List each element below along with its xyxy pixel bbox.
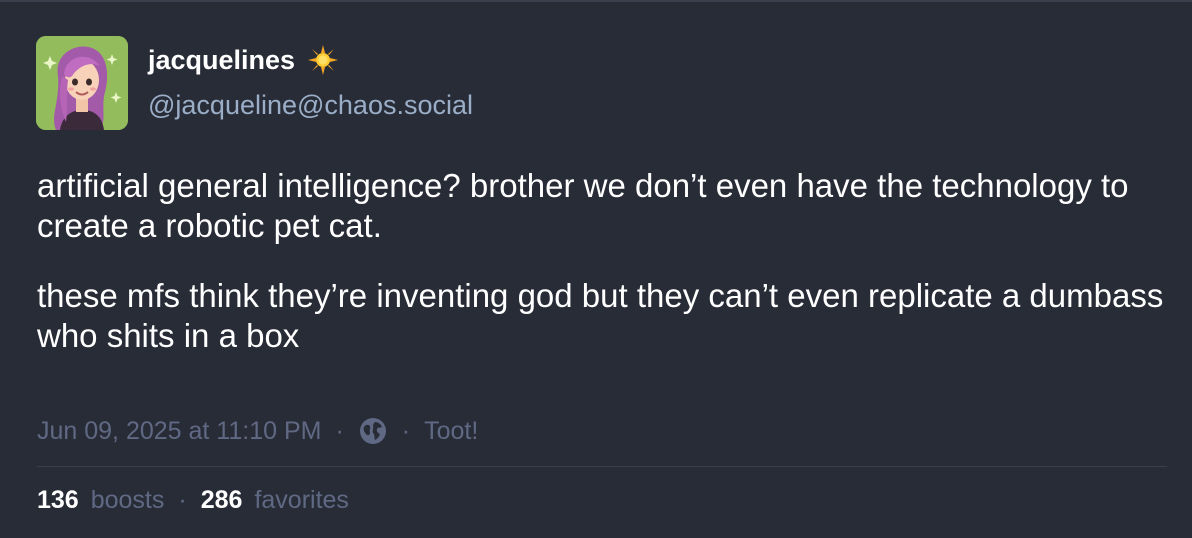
boosts-count: 136 [37,486,79,514]
post-card: jacquelines @jacqueline@chaos.social art… [0,2,1192,538]
favorites-label: favorites [254,486,349,514]
post-app[interactable]: Toot! [424,417,478,446]
post-content: artificial general intelligence? brother… [37,166,1167,386]
display-name[interactable]: jacquelines [148,44,339,76]
avatar-illustration [36,36,128,130]
post-timestamp[interactable]: Jun 09, 2025 at 11:10 PM [37,417,321,446]
favorites-link[interactable]: 286 favorites [201,486,349,515]
meta-separator: · [401,416,411,445]
post-paragraph: these mfs think they’re inventing god bu… [37,277,1164,354]
globe-icon [358,416,388,446]
avatar[interactable] [36,36,128,130]
post-paragraph: artificial general intelligence? brother… [37,167,1129,244]
display-name-text: jacquelines [148,44,296,75]
boosts-link[interactable]: 136 boosts [37,486,164,515]
boosts-label: boosts [90,486,165,514]
meta-separator: · [335,416,344,445]
divider [37,466,1167,467]
account-handle[interactable]: @jacqueline@chaos.social [148,90,473,121]
favorites-count: 286 [200,486,243,514]
sun-icon [307,44,339,76]
post-stats: 136 boosts · 286 favorites [37,486,349,515]
post-meta: Jun 09, 2025 at 11:10 PM · · Toot! [37,416,478,446]
stats-separator: · [178,486,187,514]
